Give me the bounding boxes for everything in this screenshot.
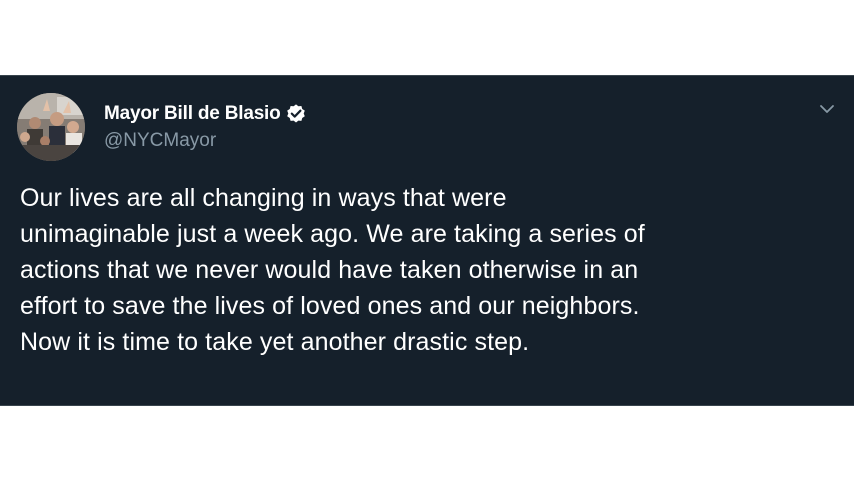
user-handle[interactable]: @NYCMayor [104, 130, 307, 152]
tweet-text: Our lives are all changing in ways that … [20, 184, 645, 356]
avatar[interactable] [17, 93, 85, 161]
display-name[interactable]: Mayor Bill de Blasio [104, 103, 281, 125]
tweet-card[interactable]: Mayor Bill de Blasio @NYCMayor Our lives… [0, 75, 854, 406]
chevron-down-icon[interactable] [816, 98, 838, 120]
name-row: Mayor Bill de Blasio [104, 101, 307, 127]
page: Mayor Bill de Blasio @NYCMayor Our lives… [0, 0, 854, 480]
avatar-photo [17, 93, 85, 161]
verified-badge-icon [285, 103, 307, 125]
tweet-author: Mayor Bill de Blasio @NYCMayor [104, 101, 307, 152]
